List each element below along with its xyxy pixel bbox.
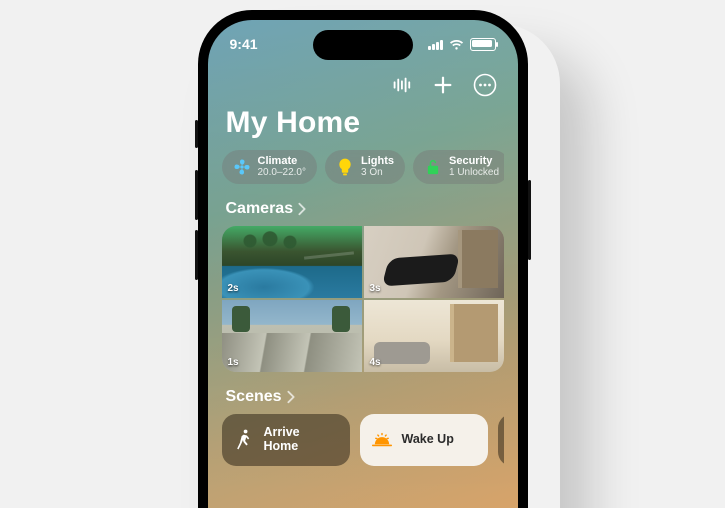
chevron-right-icon [286,390,296,404]
bulb-icon [336,158,354,176]
pill-labels: Lights 3 On [361,156,394,178]
camera-tile-bedroom[interactable]: 3s [364,226,504,298]
walker-icon [234,430,254,450]
status-indicators [428,38,496,51]
camera-tile-driveway[interactable]: 1s [222,300,362,372]
pill-title: Lights [361,156,394,168]
pill-title: Security [449,156,499,168]
security-pill[interactable]: Security 1 Unlocked [413,150,504,184]
camera-tile-pool[interactable]: 2s [222,226,362,298]
pill-labels: Climate 20.0–22.0° [258,156,307,178]
add-button[interactable] [430,72,456,98]
camera-timestamp: 2s [228,283,239,294]
pill-title: Climate [258,156,307,168]
climate-pill[interactable]: Climate 20.0–22.0° [222,150,318,184]
intercom-icon [390,74,412,96]
section-title: Cameras [226,200,294,218]
cellular-icon [428,39,443,50]
fan-icon [233,158,251,176]
camera-timestamp: 4s [370,357,381,368]
ellipsis-circle-icon [473,73,497,97]
nav-actions [222,70,498,100]
phone-screen: 9:41 [208,20,518,508]
scene-wake-up[interactable]: Wake Up [360,414,488,466]
camera-timestamp: 1s [228,357,239,368]
intercom-button[interactable] [388,72,414,98]
lock-icon [424,158,442,176]
phone-button-vol-up [195,170,198,220]
scene-arrive-home[interactable]: Arrive Home [222,414,350,466]
status-time: 9:41 [230,36,258,52]
camera-timestamp: 3s [370,283,381,294]
more-button[interactable] [472,72,498,98]
scene-extra[interactable] [498,414,504,466]
cameras-grid: 2s 3s 1s 4s [222,226,504,372]
phone-button-side [528,180,531,260]
app-content: My Home Climate 20.0–22.0° [208,68,518,508]
page-title: My Home [226,106,500,140]
pill-status: 1 Unlocked [449,168,499,179]
scene-label: Arrive Home [264,426,300,454]
pill-status: 3 On [361,168,394,179]
phone-button-vol-down [195,230,198,280]
pill-status: 20.0–22.0° [258,168,307,179]
camera-tile-living[interactable]: 4s [364,300,504,372]
sunrise-icon [372,430,392,450]
plus-icon [432,74,454,96]
phone-button-mute [195,120,198,148]
chevron-right-icon [297,202,307,216]
scenes-header[interactable]: Scenes [226,388,500,406]
wifi-icon [449,39,464,50]
pill-labels: Security 1 Unlocked [449,156,499,178]
dynamic-island [313,30,413,60]
battery-icon [470,38,496,51]
home-summary-row[interactable]: Climate 20.0–22.0° Lights 3 On [222,150,504,184]
lights-pill[interactable]: Lights 3 On [325,150,405,184]
section-title: Scenes [226,388,282,406]
page-root: 9:41 [0,0,725,508]
scenes-row[interactable]: Arrive Home Wake Up [222,414,504,466]
cameras-header[interactable]: Cameras [226,200,500,218]
scene-label: Wake Up [402,433,454,447]
phone-frame: 9:41 [198,10,528,508]
